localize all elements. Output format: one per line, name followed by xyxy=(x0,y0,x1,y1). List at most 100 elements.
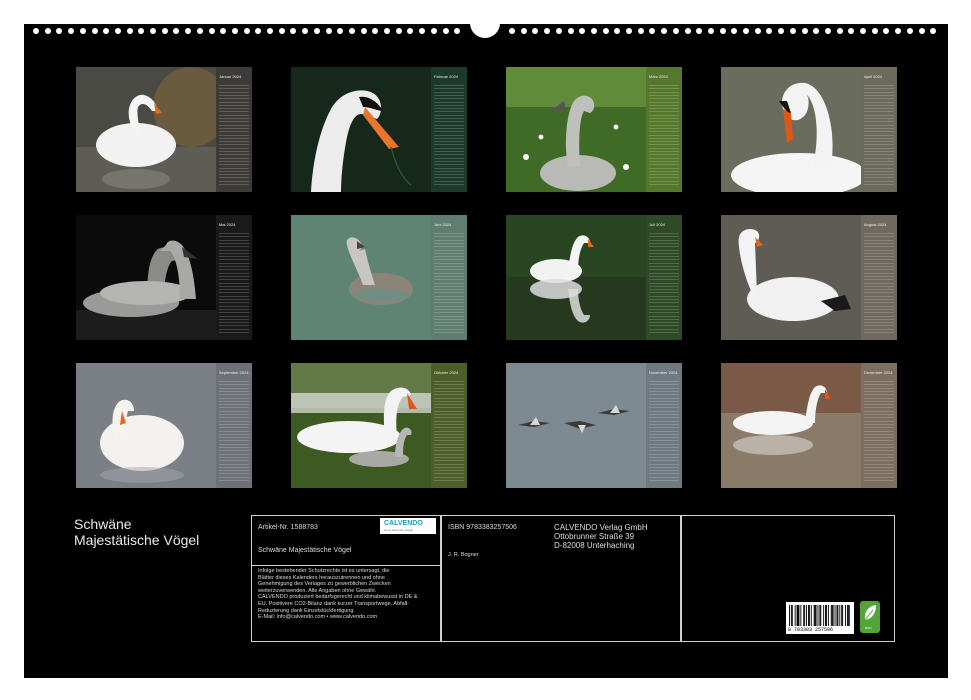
calendar-title-line2: Majestätische Vögel xyxy=(74,532,200,548)
day-line xyxy=(649,289,679,291)
day-line xyxy=(434,85,464,86)
legal-line: Infolge bestehender Schutzrechte ist es … xyxy=(258,568,390,574)
day-line xyxy=(864,450,894,452)
day-line xyxy=(219,184,249,185)
day-line xyxy=(434,127,464,129)
day-line xyxy=(219,131,249,133)
day-line xyxy=(434,101,464,103)
month-label: November 2024 xyxy=(649,370,678,375)
month-thumbnail: August 2024 xyxy=(721,215,897,340)
day-line xyxy=(434,157,464,159)
day-line xyxy=(219,236,249,238)
day-line xyxy=(219,246,249,248)
month-thumbnail: Dezember 2024 xyxy=(721,363,897,488)
barcode-bar xyxy=(820,605,822,626)
day-line xyxy=(219,174,249,176)
day-line xyxy=(434,299,464,300)
day-line xyxy=(434,242,464,244)
day-line xyxy=(219,463,249,465)
day-line xyxy=(649,387,679,389)
day-line xyxy=(864,312,894,314)
month-label: August 2024 xyxy=(864,222,887,227)
month-label: Oktober 2024 xyxy=(434,370,459,375)
barcode-bar xyxy=(819,605,821,626)
day-line xyxy=(864,272,894,274)
month-date-strip: Januar 2024 xyxy=(216,67,252,192)
binding-hole xyxy=(906,28,913,34)
day-line xyxy=(434,259,464,261)
binding-hole xyxy=(91,28,98,34)
day-line xyxy=(219,397,249,399)
eco-label: eco xyxy=(865,625,872,630)
barcode-bar xyxy=(815,605,817,626)
barcode-bar xyxy=(808,605,809,626)
day-line xyxy=(434,400,464,402)
month-label: Juni 2024 xyxy=(434,222,452,227)
day-line xyxy=(649,447,679,448)
binding-hole xyxy=(126,28,133,34)
day-line xyxy=(219,480,249,481)
day-line xyxy=(864,322,894,324)
barcode-bar xyxy=(800,605,802,626)
day-line xyxy=(864,427,894,429)
day-line xyxy=(219,332,249,333)
day-line xyxy=(219,420,249,422)
month-label: Dezember 2024 xyxy=(864,370,893,375)
binding-hole xyxy=(114,28,121,34)
binding-hole xyxy=(637,28,644,34)
day-line xyxy=(434,180,464,182)
day-line xyxy=(864,308,894,310)
day-line xyxy=(434,443,464,445)
day-line xyxy=(219,269,249,271)
day-line xyxy=(864,141,894,143)
day-line xyxy=(649,470,679,472)
day-line xyxy=(649,450,679,452)
day-line xyxy=(219,430,249,432)
day-line xyxy=(864,177,894,179)
day-line xyxy=(864,170,894,172)
day-line xyxy=(219,239,249,241)
day-line xyxy=(649,282,679,284)
day-line xyxy=(649,476,679,478)
barcode-bar xyxy=(831,605,833,626)
day-line xyxy=(219,94,249,96)
article-number: Artikel-Nr. 1588783 xyxy=(258,524,318,531)
day-line xyxy=(649,124,679,126)
day-line xyxy=(219,308,249,310)
day-line xyxy=(864,387,894,389)
binding-hole xyxy=(754,28,761,34)
product-title: Schwäne Majestätische Vögel xyxy=(258,547,352,554)
day-line xyxy=(649,154,679,156)
day-line xyxy=(434,289,464,291)
day-line xyxy=(864,463,894,465)
month-label: April 2024 xyxy=(864,74,883,79)
day-line xyxy=(649,272,679,274)
day-line xyxy=(434,121,464,123)
day-line xyxy=(434,450,464,452)
day-line xyxy=(434,131,464,133)
day-line xyxy=(219,157,249,159)
day-line xyxy=(434,174,464,176)
day-line xyxy=(434,279,464,281)
day-line xyxy=(864,414,894,415)
day-line xyxy=(434,315,464,317)
month-date-strip: Dezember 2024 xyxy=(861,363,897,488)
day-line xyxy=(219,440,249,442)
day-line xyxy=(649,134,679,136)
barcode-bar xyxy=(814,605,816,626)
day-line xyxy=(864,299,894,300)
day-line xyxy=(219,302,249,304)
binding-hole xyxy=(626,28,632,34)
day-line xyxy=(864,151,894,152)
month-thumbnail: September 2024 xyxy=(76,363,252,488)
day-line xyxy=(434,308,464,310)
day-line xyxy=(434,430,464,432)
day-line xyxy=(864,384,894,386)
day-line xyxy=(864,443,894,445)
day-line xyxy=(864,94,894,96)
day-line xyxy=(864,154,894,156)
day-line xyxy=(219,124,249,126)
day-line xyxy=(434,151,464,152)
day-line xyxy=(649,160,679,162)
day-line xyxy=(864,400,894,402)
